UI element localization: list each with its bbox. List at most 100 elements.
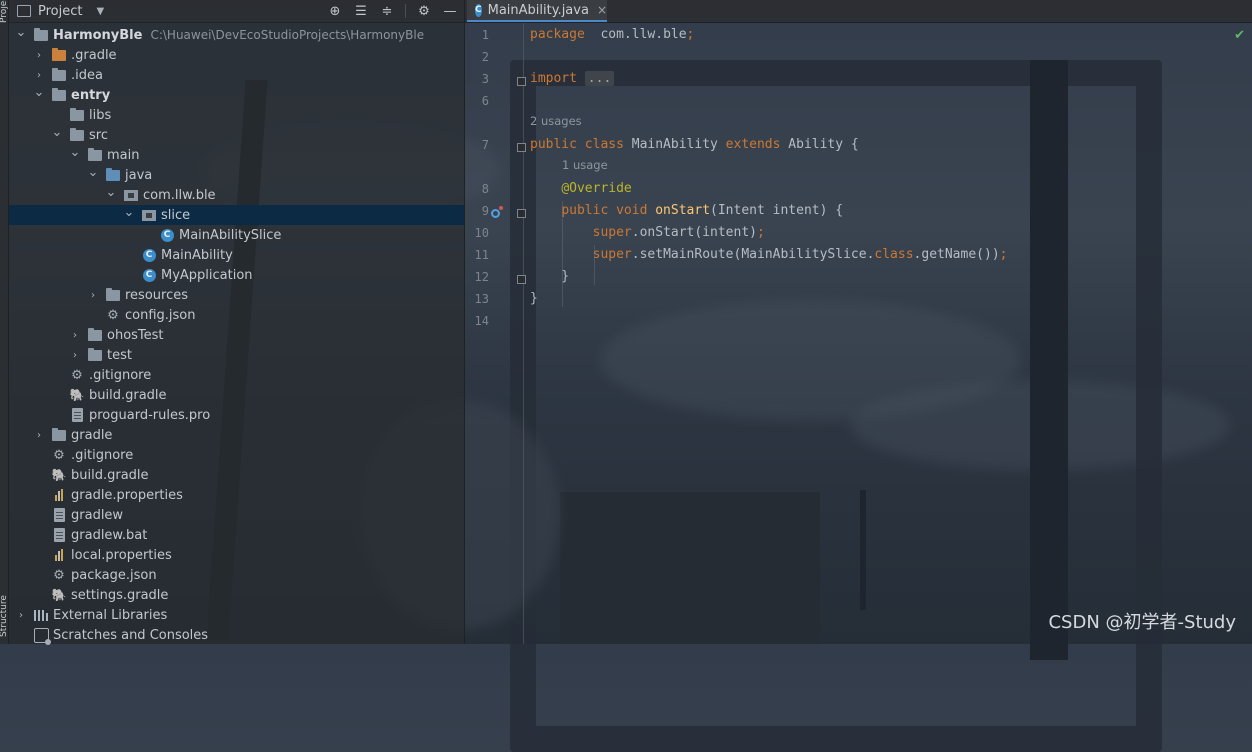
project-view-selector[interactable]: Project: [38, 4, 82, 19]
chevron-right-icon[interactable]: ›: [33, 430, 45, 441]
folder-icon: [51, 427, 67, 443]
package-icon: [141, 207, 157, 223]
tab-mainability-java[interactable]: C MainAbility.java ×: [467, 0, 607, 22]
tree-item[interactable]: ›🐘build.gradle: [9, 385, 464, 405]
tree-item-label: resources: [125, 287, 189, 303]
text-file-icon: [69, 407, 85, 423]
tree-item[interactable]: ⌄ slice: [9, 205, 464, 225]
structure-tool-tab[interactable]: Structure: [0, 595, 9, 637]
tree-item[interactable]: › .gradle: [9, 45, 464, 65]
line-number: 8: [481, 182, 489, 196]
tree-item[interactable]: ⌄ com.llw.ble: [9, 185, 464, 205]
line-number: 9: [481, 204, 489, 218]
tree-item-label: settings.gradle: [71, 587, 169, 603]
chevron-down-icon[interactable]: ⌄: [87, 165, 99, 180]
tree-item-label: com.llw.ble: [143, 187, 216, 203]
chevron-down-icon[interactable]: ⌄: [15, 25, 27, 40]
tree-item[interactable]: ›CMyApplication: [9, 265, 464, 285]
editor-tab-bar: C MainAbility.java ×: [465, 0, 1252, 23]
tree-item[interactable]: ›⚙config.json: [9, 305, 464, 325]
properties-file-icon: [51, 547, 67, 563]
tree-item[interactable]: › .idea: [9, 65, 464, 85]
locate-icon[interactable]: ⊕: [327, 3, 343, 19]
tree-item[interactable]: ›CMainAbilitySlice: [9, 225, 464, 245]
tree-item[interactable]: ›libs: [9, 105, 464, 125]
tree-item[interactable]: ›gradlew: [9, 505, 464, 525]
code-line[interactable]: @Override: [530, 181, 631, 196]
line-number: 14: [474, 314, 489, 328]
left-tool-window-strip: Project Structure: [0, 0, 9, 644]
gear-icon[interactable]: ⚙: [416, 3, 432, 19]
code-line[interactable]: super.onStart(intent);: [530, 225, 765, 240]
tree-item[interactable]: › resources: [9, 285, 464, 305]
tree-item[interactable]: ⌄ entry: [9, 85, 464, 105]
project-panel-header: Project ▼ ⊕ ☰ ≑ ⚙ —: [9, 0, 464, 23]
tree-item-label: src: [89, 127, 108, 143]
tree-item[interactable]: ⌄ HarmonyBle C:\Huawei\DevEcoStudioProject…: [9, 25, 464, 45]
code-line[interactable]: import ...: [530, 71, 615, 86]
indent-guide: [594, 245, 595, 285]
module-folder-icon: [51, 87, 67, 103]
tree-item[interactable]: ›Scratches and Consoles: [9, 625, 464, 645]
json-file-icon: ⚙: [107, 307, 119, 323]
tree-item[interactable]: › test: [9, 345, 464, 365]
code-line[interactable]: public class MainAbility extends Ability…: [530, 137, 859, 152]
chevron-right-icon[interactable]: ›: [69, 330, 81, 341]
line-number: 7: [481, 138, 489, 152]
chevron-right-icon[interactable]: ›: [15, 610, 27, 621]
tree-item-label: .gitignore: [71, 447, 134, 463]
tree-item[interactable]: ⌄ java: [9, 165, 464, 185]
tree-item[interactable]: ›gradle.properties: [9, 485, 464, 505]
chevron-down-icon[interactable]: ⌄: [123, 205, 135, 220]
overrides-method-icon[interactable]: [491, 206, 503, 218]
tree-item[interactable]: › ohosTest: [9, 325, 464, 345]
gradle-file-icon: 🐘: [69, 388, 85, 402]
chevron-down-icon[interactable]: ⌄: [33, 85, 45, 100]
tree-item[interactable]: ›⚙.gitignore: [9, 445, 464, 465]
tree-item[interactable]: ›proguard-rules.pro: [9, 405, 464, 425]
tree-item[interactable]: › gradle: [9, 425, 464, 445]
scratches-icon: [33, 627, 51, 645]
code-line[interactable]: package com.llw.ble;: [530, 27, 694, 42]
module-folder-icon: [33, 27, 49, 43]
tree-item[interactable]: ›CMainAbility: [9, 245, 464, 265]
chevron-down-icon[interactable]: ⌄: [69, 145, 81, 160]
chevron-down-icon[interactable]: ⌄: [105, 185, 117, 200]
class-icon: C: [141, 247, 157, 263]
gitignore-file-icon: ⚙: [71, 367, 83, 383]
usages-inlay-hint[interactable]: 2 usages: [530, 114, 582, 128]
close-icon[interactable]: ×: [597, 3, 607, 17]
chevron-right-icon[interactable]: ›: [69, 350, 81, 361]
gradle-file-icon: 🐘: [51, 588, 67, 602]
usages-inlay-hint[interactable]: 1 usage: [562, 158, 608, 172]
expand-all-icon[interactable]: ☰: [353, 3, 369, 19]
tree-item[interactable]: ›🐘settings.gradle: [9, 585, 464, 605]
code-line[interactable]: }: [530, 269, 569, 284]
chevron-right-icon[interactable]: ›: [87, 290, 99, 301]
tree-item-label: gradle: [71, 427, 113, 443]
minimize-icon[interactable]: —: [442, 3, 458, 19]
tree-item[interactable]: ⌄ src: [9, 125, 464, 145]
tree-item[interactable]: › External Libraries: [9, 605, 464, 625]
chevron-right-icon[interactable]: ›: [33, 70, 45, 81]
line-number-gutter[interactable]: 1 2 3 6 7 8 9 10 11 12 13 14: [465, 23, 526, 644]
collapse-all-icon[interactable]: ≑: [379, 3, 395, 19]
gradle-file-icon: 🐘: [51, 468, 67, 482]
code-line[interactable]: super.setMainRoute(MainAbilitySlice.clas…: [530, 247, 1008, 262]
tree-item-label: MyApplication: [161, 267, 253, 283]
code-text-area[interactable]: package com.llw.ble; import ... 2 usages pu…: [524, 23, 1252, 644]
tree-item[interactable]: ›🐘build.gradle: [9, 465, 464, 485]
code-line[interactable]: public void onStart(Intent intent) {: [530, 203, 843, 218]
tree-item[interactable]: ›⚙.gitignore: [9, 365, 464, 385]
tree-item[interactable]: ›⚙package.json: [9, 565, 464, 585]
chevron-right-icon[interactable]: ›: [33, 50, 45, 61]
folded-imports[interactable]: ...: [584, 71, 615, 86]
project-tool-tab[interactable]: Project: [0, 0, 9, 23]
tree-item[interactable]: ›local.properties: [9, 545, 464, 565]
tree-item[interactable]: ⌄ main: [9, 145, 464, 165]
chevron-down-icon[interactable]: ⌄: [51, 125, 63, 140]
code-line[interactable]: }: [530, 291, 538, 306]
tree-item[interactable]: ›gradlew.bat: [9, 525, 464, 545]
chevron-down-icon[interactable]: ▼: [96, 6, 104, 17]
inspection-ok-icon[interactable]: ✔: [1234, 28, 1245, 43]
